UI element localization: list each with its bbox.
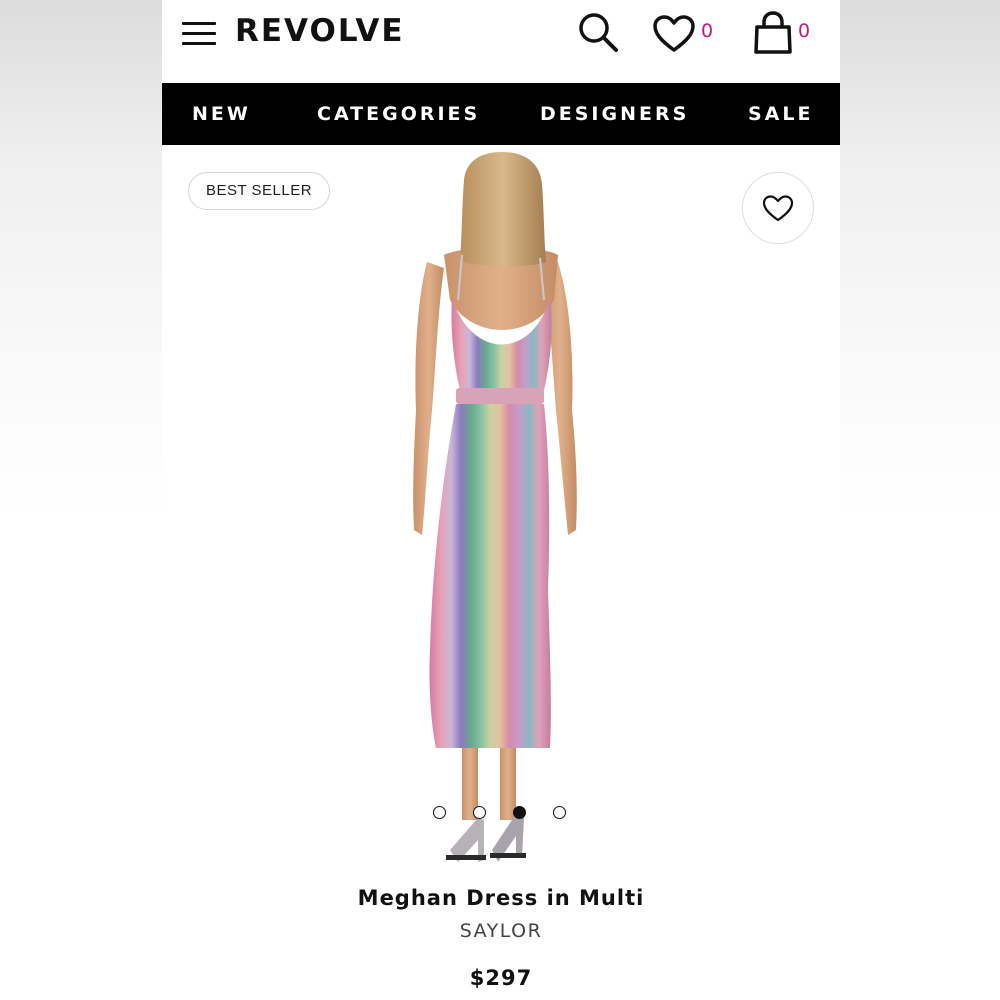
top-header: REVOLVE 0 0 xyxy=(162,0,840,82)
heart-icon[interactable] xyxy=(652,14,696,54)
revolve-logo[interactable]: REVOLVE xyxy=(235,13,405,49)
nav-sale[interactable]: SALE xyxy=(748,103,813,125)
product-price: $297 xyxy=(469,966,533,990)
nav-categories[interactable]: CATEGORIES xyxy=(317,103,480,125)
bag-count: 0 xyxy=(798,20,811,42)
product-image[interactable] xyxy=(392,150,612,880)
search-icon[interactable] xyxy=(576,10,620,54)
carousel-dot-4[interactable] xyxy=(553,806,566,819)
hamburger-menu-icon[interactable] xyxy=(182,22,216,46)
shopping-bag-icon[interactable] xyxy=(752,10,794,56)
best-seller-badge: BEST SELLER xyxy=(188,172,330,210)
carousel-dot-1[interactable] xyxy=(433,806,446,819)
phone-screen: REVOLVE 0 0 NEW CATEGORIES DESIGNERS SAL… xyxy=(162,0,840,1000)
product-name[interactable]: Meghan Dress in Multi xyxy=(162,886,840,910)
product-brand[interactable]: SAYLOR xyxy=(162,920,840,942)
nav-designers[interactable]: DESIGNERS xyxy=(540,103,689,125)
nav-new[interactable]: NEW xyxy=(192,103,251,125)
wishlist-count: 0 xyxy=(701,20,714,42)
carousel-dot-2[interactable] xyxy=(473,806,486,819)
image-carousel-dots xyxy=(433,806,573,822)
carousel-dot-3[interactable] xyxy=(513,806,526,819)
heart-outline-icon xyxy=(762,195,794,222)
favorite-button[interactable] xyxy=(742,172,814,244)
category-nav-bar: NEW CATEGORIES DESIGNERS SALE xyxy=(162,83,840,145)
